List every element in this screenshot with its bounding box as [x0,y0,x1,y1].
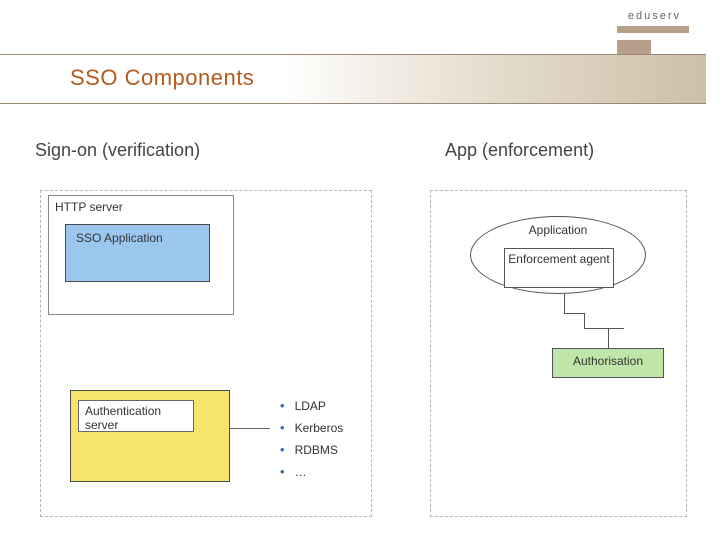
authentication-server-caption: Authentication server [78,400,194,432]
enforcement-agent-box: Enforcement agent [504,248,614,288]
protocol-item: RDBMS [280,439,343,461]
sso-application-box: SSO Application [65,224,210,282]
authorisation-label: Authorisation [573,354,643,368]
protocol-list: LDAP Kerberos RDBMS … [280,395,343,483]
slide: eduserv SSO Components Sign-on (verifica… [0,0,720,540]
connector-segment [584,328,624,329]
slide-title: SSO Components [70,65,254,91]
protocol-item: Kerberos [280,417,343,439]
connector-segment [564,294,565,314]
sso-application-label: SSO Application [76,231,163,245]
application-label: Application [529,223,588,237]
http-server-label: HTTP server [55,200,227,214]
protocol-item: LDAP [280,395,343,417]
left-column-heading: Sign-on (verification) [35,140,200,161]
authorisation-box: Authorisation [552,348,664,378]
right-column-heading: App (enforcement) [445,140,594,161]
brand-logo: eduserv [617,10,692,60]
enforcement-agent-label: Enforcement agent [508,252,609,266]
connector-segment [608,328,609,348]
connector-segment [584,313,585,328]
authentication-server-label: Authentication server [85,404,161,432]
protocol-item: … [280,461,343,483]
connector-segment [564,313,584,314]
brand-name: eduserv [617,10,692,22]
connector-auth-to-protocols [230,428,270,429]
